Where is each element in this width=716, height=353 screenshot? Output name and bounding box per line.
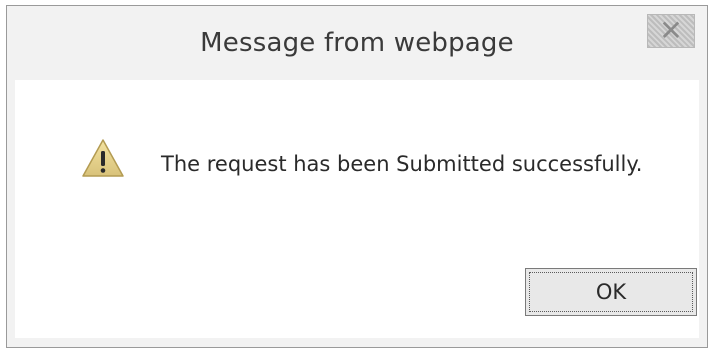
message-dialog: Message from webpage ✕ The request has b… [6,5,708,348]
close-icon: ✕ [659,14,683,47]
dialog-title: Message from webpage [200,28,514,58]
ok-button[interactable]: OK [525,268,697,316]
dialog-titlebar: Message from webpage ✕ [7,6,707,80]
warning-icon [82,139,124,177]
dialog-message: The request has been Submitted successfu… [161,152,643,176]
dialog-content: The request has been Submitted successfu… [15,80,699,338]
close-button[interactable]: ✕ [647,14,695,48]
ok-button-label: OK [595,280,627,304]
